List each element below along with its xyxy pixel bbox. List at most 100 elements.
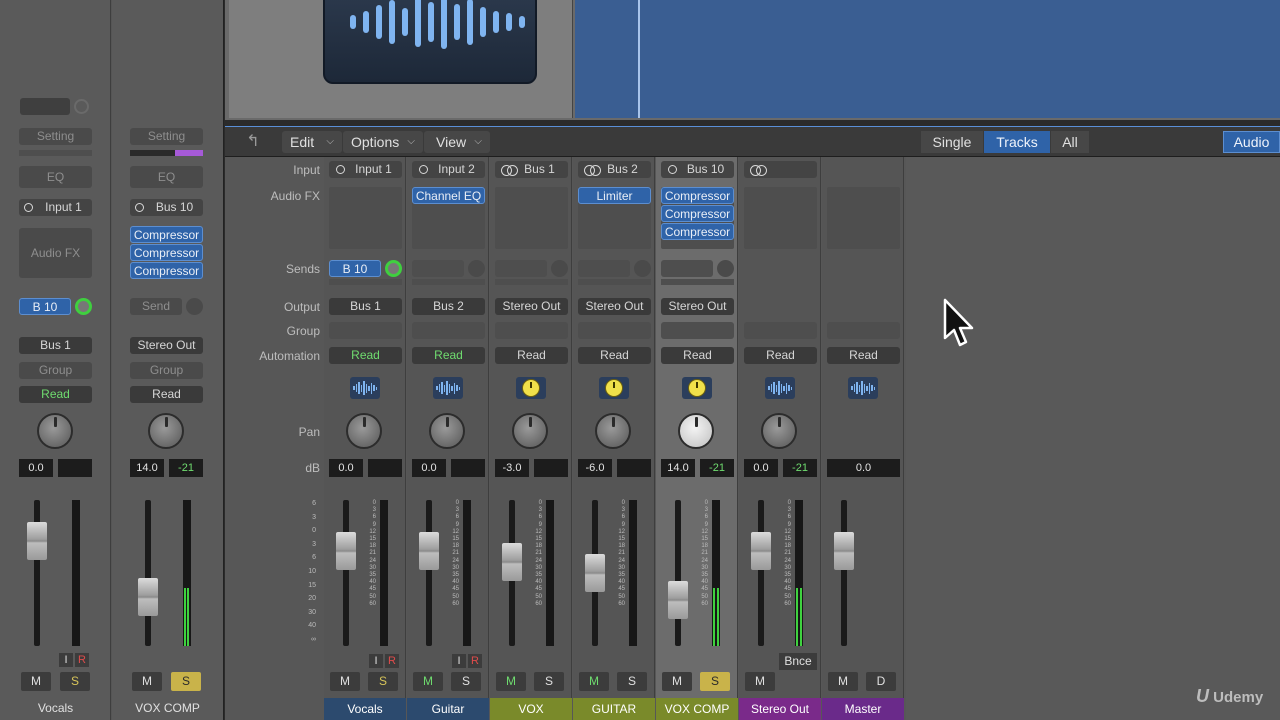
record-button[interactable]: R — [75, 653, 89, 667]
bounce-button[interactable]: Bnce — [779, 653, 817, 670]
output-slot[interactable]: Bus 2 — [412, 298, 485, 315]
send-level-icon[interactable] — [75, 298, 92, 315]
output-slot[interactable]: Stereo Out — [661, 298, 734, 315]
plugin-slot[interactable]: Limiter — [578, 187, 651, 204]
pan-knob[interactable] — [761, 413, 797, 449]
channel-name[interactable]: VOX COMP — [112, 701, 223, 715]
fader-handle[interactable] — [585, 554, 605, 592]
eq-button[interactable]: EQ — [130, 166, 203, 188]
fader-handle[interactable] — [138, 578, 158, 616]
pan-knob[interactable] — [429, 413, 465, 449]
input-slot[interactable]: Input 1 — [19, 199, 92, 216]
pan-knob[interactable] — [678, 413, 714, 449]
channel-name[interactable]: Guitar — [407, 698, 489, 720]
fader-handle[interactable] — [502, 543, 522, 582]
input-monitor-button[interactable]: I — [452, 654, 466, 668]
group-slot[interactable] — [495, 322, 568, 339]
input-monitor-button[interactable]: I — [369, 654, 383, 668]
mute-button[interactable]: M — [579, 672, 609, 691]
plugin-slot[interactable]: Compressor — [130, 262, 203, 279]
send-level-icon[interactable] — [634, 260, 651, 277]
automation-slot[interactable]: Read — [412, 347, 485, 364]
send-level-icon[interactable] — [385, 260, 402, 277]
solo-button[interactable]: S — [700, 672, 730, 691]
mute-button[interactable]: M — [828, 672, 858, 691]
channel-name[interactable]: VOX — [490, 698, 572, 720]
solo-button[interactable]: S — [451, 672, 481, 691]
solo-button[interactable]: S — [60, 672, 90, 691]
fader-handle[interactable] — [751, 532, 771, 571]
pan-knob[interactable] — [148, 413, 184, 449]
channel-name[interactable]: Vocals — [324, 698, 406, 720]
volume-value[interactable]: -6.0 — [578, 459, 612, 477]
fader-handle[interactable] — [419, 532, 439, 571]
send-level-icon[interactable] — [186, 298, 203, 315]
send-slot[interactable] — [412, 260, 464, 277]
group-slot[interactable] — [329, 322, 402, 339]
audio-fx-area[interactable] — [329, 187, 402, 249]
audio-fx-area[interactable] — [495, 187, 568, 249]
send-slot[interactable]: B 10 — [19, 298, 71, 315]
filter-audio-button[interactable]: Audio — [1223, 131, 1280, 153]
mute-button[interactable]: M — [132, 672, 162, 691]
audio-waveform-icon[interactable] — [848, 377, 878, 399]
solo-button[interactable]: S — [617, 672, 647, 691]
setting-button[interactable]: Setting — [130, 128, 203, 145]
plugin-knob-icon[interactable] — [516, 377, 546, 399]
send-slot[interactable]: Send — [130, 298, 182, 315]
audio-waveform-icon[interactable] — [765, 377, 795, 399]
group-slot[interactable] — [744, 322, 817, 339]
plugin-slot[interactable]: Compressor — [661, 187, 734, 204]
fader-handle[interactable] — [27, 522, 47, 560]
plugin-slot[interactable]: Compressor — [661, 223, 734, 240]
plugin-slot[interactable]: Compressor — [130, 244, 203, 261]
pan-knob[interactable] — [595, 413, 631, 449]
input-slot[interactable]: Input 2 — [412, 161, 485, 178]
automation-slot[interactable]: Read — [578, 347, 651, 364]
volume-value[interactable]: -3.0 — [495, 459, 529, 477]
menu-options[interactable]: Options ⌵ — [343, 131, 423, 153]
volume-value[interactable]: 0.0 — [744, 459, 778, 477]
channel-name[interactable]: Master — [822, 698, 904, 720]
group-slot[interactable]: Group — [19, 362, 92, 379]
plugin-knob-icon[interactable] — [599, 377, 629, 399]
audio-region[interactable] — [575, 0, 1280, 118]
input-slot[interactable]: Input 1 — [329, 161, 402, 178]
channel-name[interactable]: Vocals — [0, 701, 111, 715]
pan-knob[interactable] — [346, 413, 382, 449]
menu-view[interactable]: View ⌵ — [424, 131, 490, 153]
send-slot[interactable] — [578, 260, 630, 277]
view-mode-tracks[interactable]: Tracks — [984, 131, 1050, 153]
automation-slot[interactable]: Read — [744, 347, 817, 364]
volume-value[interactable]: 0.0 — [329, 459, 363, 477]
channel-name[interactable]: Stereo Out — [739, 698, 821, 720]
send-level-icon[interactable] — [551, 260, 568, 277]
send-slot[interactable] — [661, 260, 713, 277]
view-mode-all[interactable]: All — [1051, 131, 1089, 153]
group-slot[interactable] — [661, 322, 734, 339]
automation-slot[interactable]: Read — [827, 347, 900, 364]
group-slot[interactable] — [578, 322, 651, 339]
audio-waveform-icon[interactable] — [350, 377, 380, 399]
volume-value[interactable]: 14.0 — [661, 459, 695, 477]
output-slot[interactable]: Stereo Out — [130, 337, 203, 354]
pan-knob[interactable] — [512, 413, 548, 449]
channel-name[interactable]: VOX COMP — [656, 698, 738, 720]
plugin-slot[interactable]: Channel EQ — [412, 187, 485, 204]
fader-handle[interactable] — [668, 581, 688, 619]
plugin-knob-icon[interactable] — [682, 377, 712, 399]
solo-button[interactable]: S — [534, 672, 564, 691]
audio-waveform-icon[interactable] — [433, 377, 463, 399]
pan-knob[interactable] — [37, 413, 73, 449]
send-level-icon[interactable] — [717, 260, 734, 277]
fader-handle[interactable] — [336, 532, 356, 571]
input-slot[interactable]: Bus 10 — [661, 161, 734, 178]
back-button[interactable]: ↰ — [239, 131, 267, 153]
automation-slot[interactable]: Read — [495, 347, 568, 364]
group-slot[interactable] — [827, 322, 900, 339]
record-button[interactable]: R — [468, 654, 482, 668]
mute-button[interactable]: M — [21, 672, 51, 691]
group-slot[interactable]: Group — [130, 362, 203, 379]
automation-slot[interactable]: Read — [329, 347, 402, 364]
input-slot[interactable] — [744, 161, 817, 178]
